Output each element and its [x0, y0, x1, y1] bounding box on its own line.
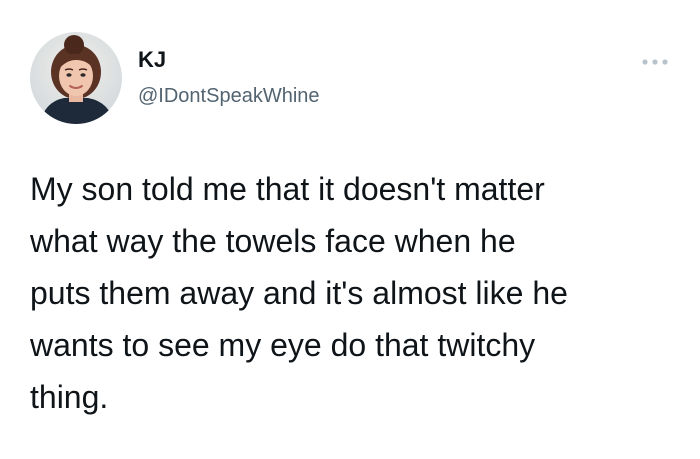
tweet-card: KJ @IDontSpeakWhine My son told me that … [0, 0, 700, 459]
user-handle[interactable]: @IDontSpeakWhine [138, 84, 320, 108]
more-options-button[interactable] [640, 52, 670, 72]
profile-photo-icon [30, 32, 122, 124]
more-horizontal-icon [642, 59, 668, 65]
tweet-text: My son told me that it doesn't matter wh… [30, 171, 568, 415]
avatar[interactable] [30, 32, 122, 124]
display-name[interactable]: KJ [138, 47, 166, 73]
